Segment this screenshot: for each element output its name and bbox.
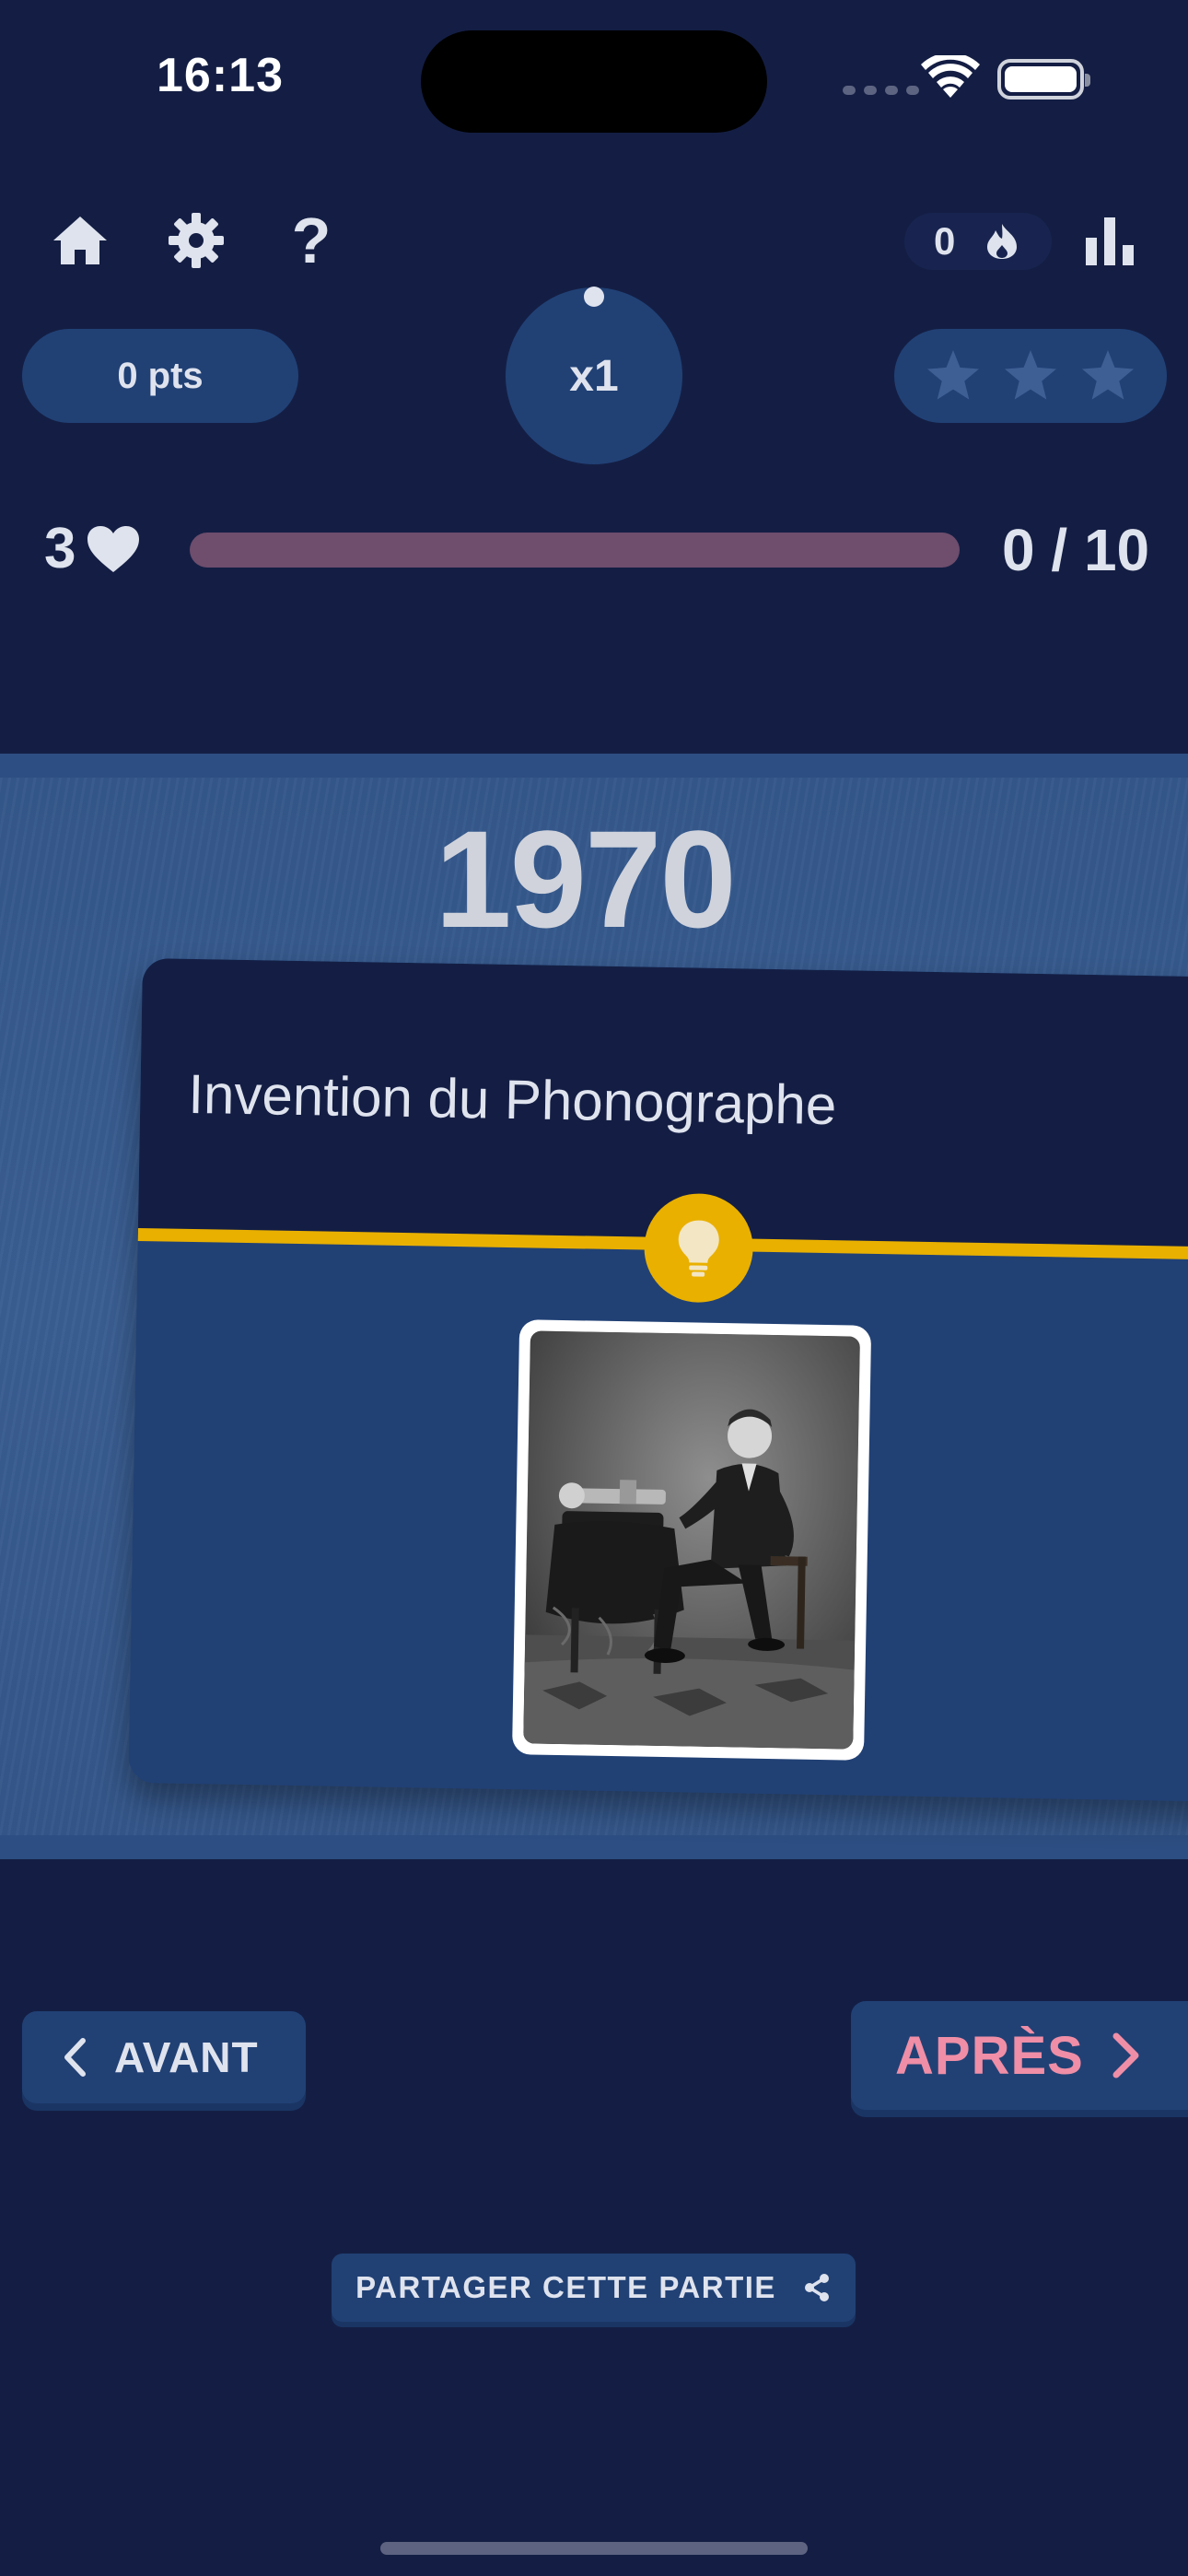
- points-badge: 0 pts: [22, 329, 298, 423]
- settings-button[interactable]: [166, 210, 227, 271]
- event-card[interactable]: Invention du Phonographe: [128, 958, 1188, 1802]
- heart-icon: [87, 525, 140, 572]
- chevron-left-icon: [64, 2038, 86, 2077]
- before-button-label: AVANT: [114, 2033, 259, 2081]
- home-indicator[interactable]: [380, 2542, 808, 2555]
- lives-indicator: 3: [44, 516, 140, 581]
- status-time: 16:13: [157, 49, 284, 102]
- chevron-right-icon: [1112, 2032, 1139, 2078]
- wifi-icon: [921, 55, 980, 98]
- multiplier-badge: x1: [506, 287, 682, 464]
- share-button-label: PARTAGER CETTE PARTIE: [355, 2270, 776, 2304]
- stats-button[interactable]: [1079, 210, 1140, 271]
- card-photo: [511, 1319, 872, 1761]
- after-button-label: APRÈS: [895, 2025, 1084, 2086]
- home-button[interactable]: [50, 210, 111, 271]
- star-icon: [927, 350, 979, 400]
- star-icon: [1005, 350, 1056, 400]
- progress-bar: [190, 533, 960, 568]
- home-icon: [53, 217, 107, 264]
- multiplier-timer-dot: [584, 287, 604, 307]
- phonograph-photo: [523, 1330, 860, 1750]
- share-icon: [804, 2274, 829, 2301]
- dynamic-island: [421, 30, 767, 133]
- before-button[interactable]: AVANT: [22, 2011, 306, 2103]
- after-button[interactable]: APRÈS: [851, 2001, 1188, 2110]
- star-icon: [1082, 350, 1134, 400]
- card-title: Invention du Phonographe: [187, 1062, 837, 1137]
- lightbulb-icon: [678, 1220, 719, 1277]
- streak-counter[interactable]: 0: [904, 213, 1052, 270]
- gear-icon: [169, 213, 224, 268]
- help-button[interactable]: ?: [281, 205, 342, 276]
- lives-count: 3: [44, 517, 76, 580]
- timeline-year: 1970: [435, 802, 737, 956]
- game-screen: 16:13 ? 0 0 pts x1 3 0 / 10 1970 Inventi…: [0, 0, 1188, 2576]
- bar-chart-icon: [1086, 217, 1134, 265]
- progress-counter: 0 / 10: [1002, 517, 1150, 583]
- streak-count: 0: [934, 219, 956, 263]
- battery-icon: [997, 59, 1090, 100]
- stars-rating: [894, 329, 1167, 423]
- cellular-signal-icon: [843, 86, 919, 95]
- category-badge: [643, 1192, 754, 1304]
- share-game-button[interactable]: PARTAGER CETTE PARTIE: [332, 2254, 856, 2322]
- flame-icon: [987, 224, 1018, 259]
